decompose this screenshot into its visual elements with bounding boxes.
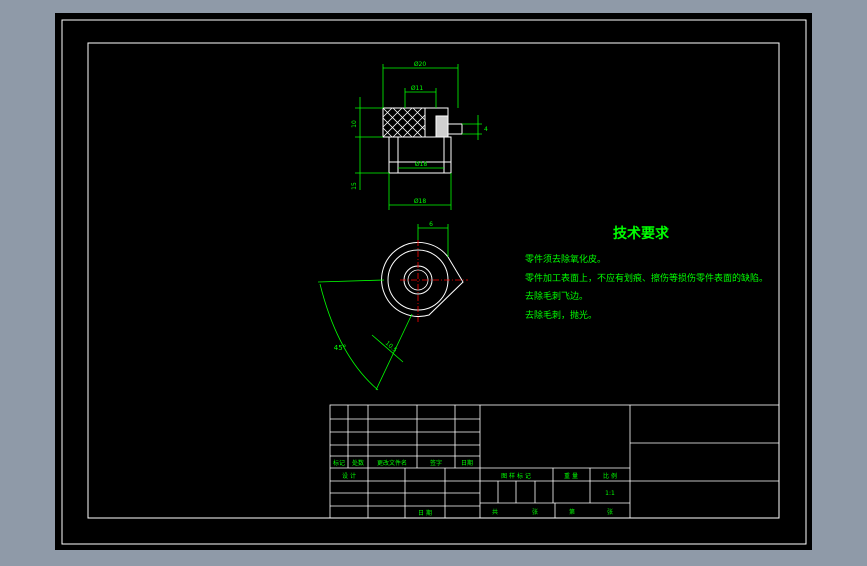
dim-upper-bore: Ø11	[411, 85, 424, 92]
rev-header-mark: 标记	[333, 459, 345, 467]
date-label: 日 期	[418, 509, 432, 517]
dim-height-left: 10	[351, 120, 358, 128]
tech-requirement-2: 零件加工表面上，不应有划痕、擦伤等损伤零件表面的缺陷。	[525, 272, 768, 284]
sheet-total-label: 共	[492, 508, 498, 516]
drawing-canvas: Ø20 Ø11 10 Ø18 15 Ø18 4 6 45° 10.5 技术要求 …	[55, 13, 812, 550]
stage-header-weight: 重 量	[564, 472, 578, 480]
rev-header-sign: 签字	[430, 459, 442, 467]
tech-requirements-title: 技术要求	[613, 225, 670, 242]
sheet-unit: 张	[607, 508, 613, 516]
stage-header-mark: 图 样 标 记	[501, 472, 531, 480]
rev-header-count: 处数	[352, 459, 364, 467]
tech-requirement-4: 去除毛刺，抛光。	[525, 309, 597, 321]
dim-overall-height: 15	[351, 182, 358, 190]
dim-top-width: Ø20	[414, 61, 427, 68]
tech-requirement-3: 去除毛刺飞边。	[525, 290, 588, 302]
wall-section	[435, 115, 449, 138]
stage-header-scale: 比 例	[603, 472, 617, 480]
tech-requirement-1: 零件须去除氧化皮。	[525, 253, 606, 265]
dim-angle: 45°	[334, 344, 346, 352]
rev-header-doc: 更改文件名	[377, 459, 407, 467]
dim-step: 4	[484, 126, 488, 133]
dim-flat-offset: 6	[429, 221, 433, 228]
scale-value: 1:1	[605, 490, 615, 497]
cad-viewport: Ø20 Ø11 10 Ø18 15 Ø18 4 6 45° 10.5 技术要求 …	[0, 0, 867, 562]
dim-bottom-width: Ø18	[414, 198, 427, 205]
dim-lower-bore: Ø18	[415, 161, 428, 168]
rev-header-date: 日期	[461, 459, 473, 467]
design-label: 设 计	[342, 472, 356, 480]
sheet-label: 第	[569, 508, 575, 516]
sheet-total-unit: 张	[532, 508, 538, 516]
